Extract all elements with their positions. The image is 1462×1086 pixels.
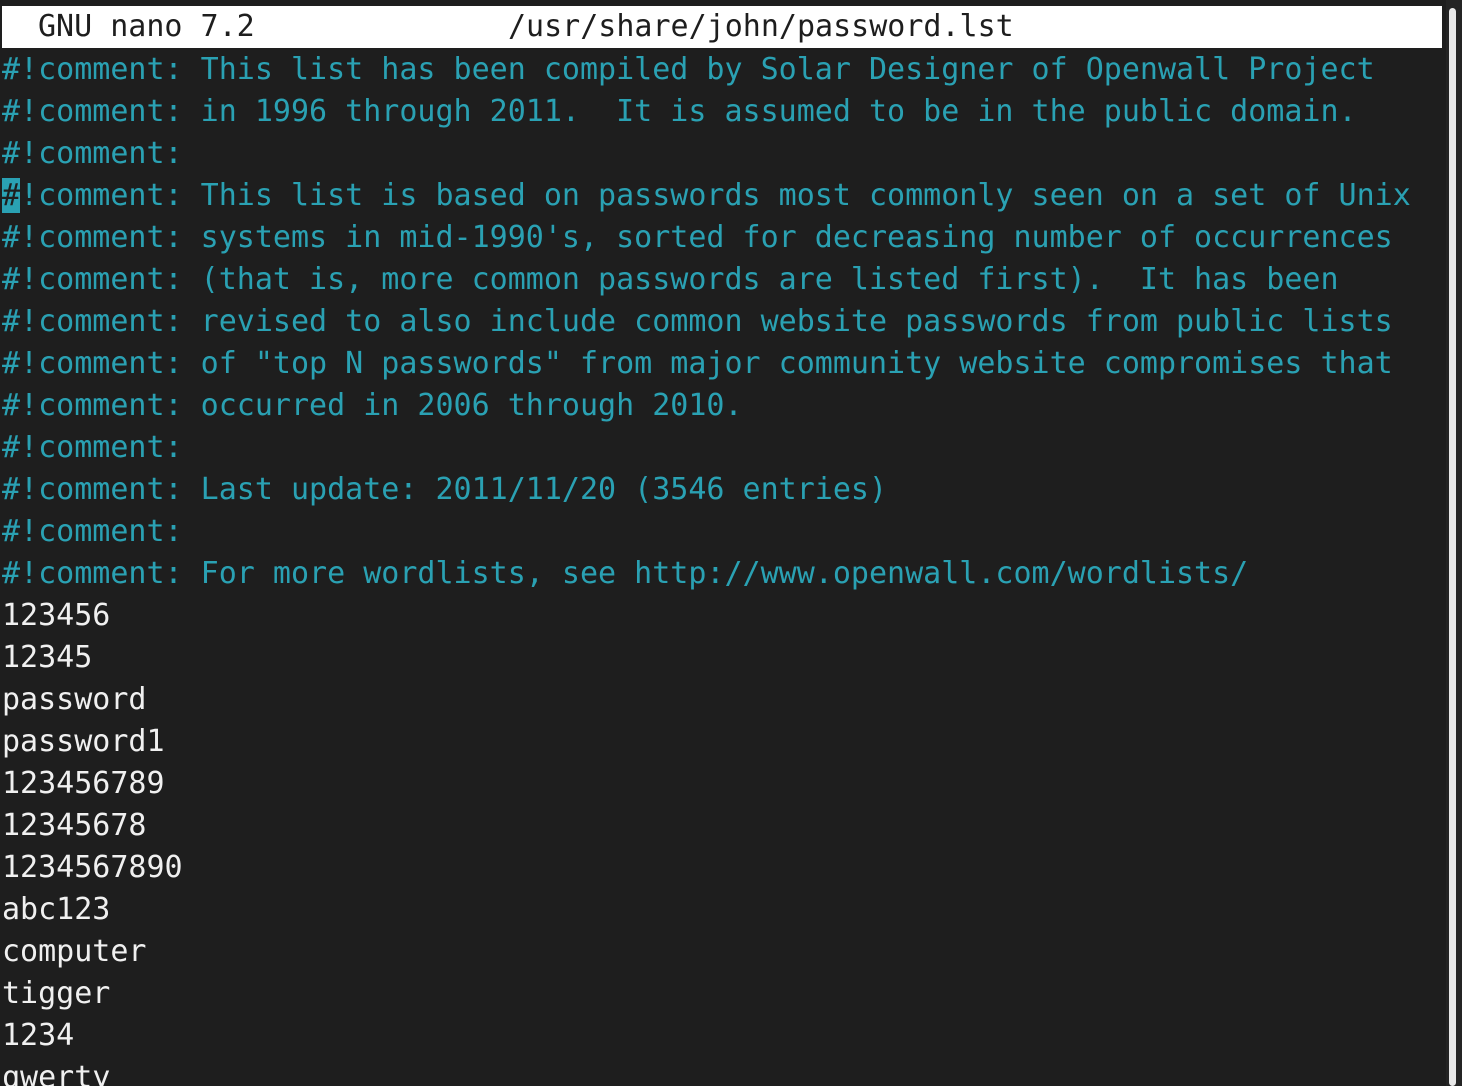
buffer-line[interactable]: 123456789 (2, 763, 1442, 805)
buffer-line[interactable]: 12345 (2, 637, 1442, 679)
file-path: /usr/share/john/password.lst (508, 9, 1014, 44)
buffer-line-cursor[interactable]: #!comment: This list is based on passwor… (2, 175, 1442, 217)
buffer-line[interactable]: #!comment: For more wordlists, see http:… (2, 553, 1442, 595)
buffer-line[interactable]: qwerty (2, 1057, 1442, 1086)
buffer-line[interactable]: #!comment: (2, 427, 1442, 469)
editor-buffer[interactable]: #!comment: This list has been compiled b… (2, 49, 1442, 1086)
buffer-line[interactable]: #!comment: revised to also include commo… (2, 301, 1442, 343)
buffer-line[interactable]: #!comment: (2, 511, 1442, 553)
buffer-line[interactable]: #!comment: (that is, more common passwor… (2, 259, 1442, 301)
buffer-line[interactable]: tigger (2, 973, 1442, 1015)
nano-version: GNU nano 7.2 (38, 9, 255, 44)
buffer-line[interactable]: #!comment: systems in mid-1990's, sorted… (2, 217, 1442, 259)
buffer-line[interactable]: #!comment: occurred in 2006 through 2010… (2, 385, 1442, 427)
scrollbar-thumb[interactable] (1449, 8, 1456, 1086)
buffer-line[interactable]: #!comment: in 1996 through 2011. It is a… (2, 91, 1442, 133)
text-cursor: # (2, 178, 21, 213)
buffer-line[interactable]: 1234 (2, 1015, 1442, 1057)
buffer-line[interactable]: 1234567890 (2, 847, 1442, 889)
nano-titlebar: GNU nano 7.2 /usr/share/john/password.ls… (2, 6, 1442, 48)
buffer-line[interactable]: password1 (2, 721, 1442, 763)
buffer-line[interactable]: password (2, 679, 1442, 721)
buffer-line[interactable]: 123456 (2, 595, 1442, 637)
buffer-line[interactable]: #!comment: This list has been compiled b… (2, 49, 1442, 91)
buffer-line[interactable]: computer (2, 931, 1442, 973)
buffer-line[interactable]: abc123 (2, 889, 1442, 931)
buffer-line[interactable]: #!comment: of "top N passwords" from maj… (2, 343, 1442, 385)
buffer-line[interactable]: #!comment: (2, 133, 1442, 175)
scrollbar[interactable] (1446, 0, 1462, 1086)
terminal-window[interactable]: GNU nano 7.2 /usr/share/john/password.ls… (0, 0, 1446, 1086)
buffer-line[interactable]: 12345678 (2, 805, 1442, 847)
buffer-line[interactable]: #!comment: Last update: 2011/11/20 (3546… (2, 469, 1442, 511)
